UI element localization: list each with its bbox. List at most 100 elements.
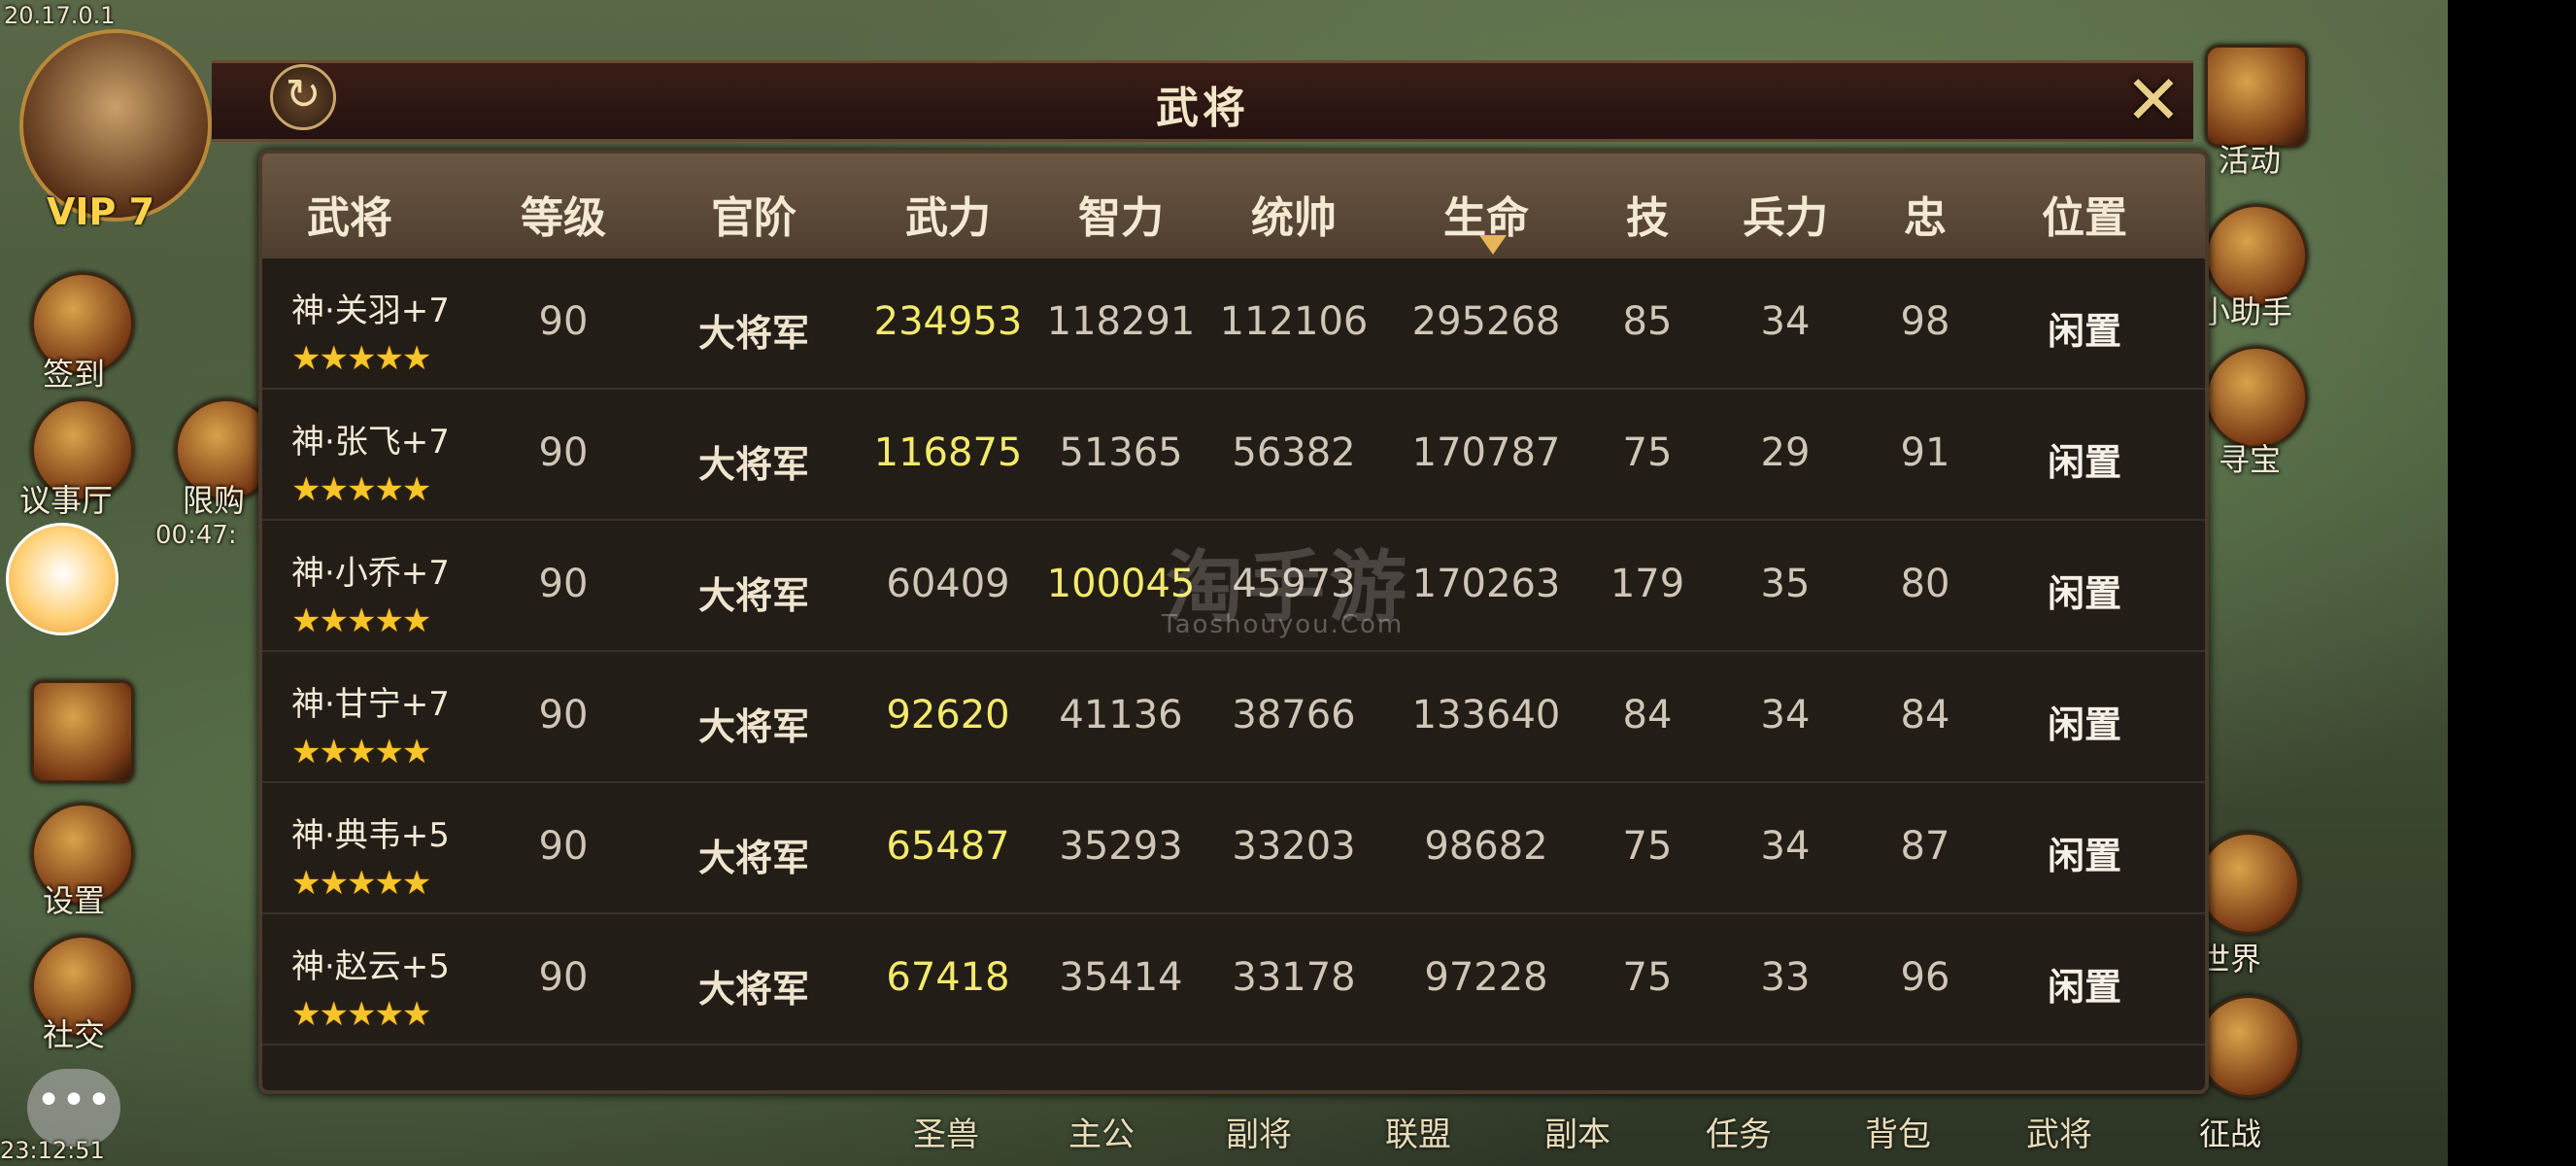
cell-rank: 大将军: [697, 968, 810, 1011]
cell-command: 33203: [1232, 824, 1356, 869]
cell-rank: 大将军: [697, 443, 810, 486]
world-dragon-icon[interactable]: [2197, 832, 2300, 935]
cell-intel: 118291: [1046, 299, 1196, 344]
cell-skill: 85: [1622, 299, 1673, 344]
cell-loyalty: 87: [1900, 824, 1950, 869]
modal-header: 武将: [212, 60, 2193, 142]
column-header-general[interactable]: 武将: [307, 183, 392, 245]
vip-badge[interactable]: VIP 7: [47, 190, 154, 233]
bottom-menu-beasts[interactable]: 圣兽: [913, 1108, 979, 1155]
events-label: 活动: [2219, 142, 2282, 179]
column-header-force[interactable]: 武力: [905, 183, 991, 245]
cell-hp: 133640: [1411, 693, 1561, 737]
bottom-menu-dungeon[interactable]: 副本: [1544, 1108, 1610, 1155]
cell-skill: 75: [1622, 824, 1673, 869]
cell-force: 116875: [873, 430, 1023, 475]
general-name-cell: 神·小乔+7 ★★★★★: [291, 546, 450, 640]
clock-text: 23:12:51: [0, 1137, 105, 1164]
cell-force: 60409: [886, 562, 1010, 606]
cell-level: 90: [538, 824, 589, 869]
cell-position[interactable]: 闲置: [2048, 695, 2121, 748]
sign-in-label: 签到: [43, 356, 106, 393]
cell-loyalty: 80: [1900, 562, 1950, 606]
star-rating-icon: ★★★★★: [291, 339, 431, 378]
cell-troops: 34: [1760, 299, 1811, 344]
general-name: 神·关羽+7: [291, 292, 450, 330]
cell-force: 65487: [886, 824, 1010, 869]
cell-hp: 98682: [1424, 824, 1548, 869]
star-rating-icon: ★★★★★: [291, 995, 431, 1034]
cell-level: 90: [538, 562, 589, 606]
table-row[interactable]: 神·甘宁+7 ★★★★★ 90 大将军 92620 41136 38766 133640 84 3…: [262, 652, 2205, 783]
close-icon[interactable]: ✕: [2119, 66, 2187, 136]
table-row[interactable]: 神·张飞+7 ★★★★★ 90 大将军 116875 51365 56382 170787 75…: [262, 390, 2205, 521]
cell-level: 90: [538, 693, 589, 737]
cell-force: 234953: [873, 299, 1023, 344]
general-name: 神·小乔+7: [291, 554, 450, 593]
cell-rank: 大将军: [697, 705, 810, 748]
column-header-loyalty[interactable]: 忠: [1904, 183, 1947, 245]
star-rating-icon: ★★★★★: [291, 470, 431, 509]
cell-position[interactable]: 闲置: [2048, 826, 2121, 879]
bottom-menu-bag[interactable]: 背包: [1865, 1108, 1931, 1155]
cat-assistant-icon[interactable]: [6, 523, 119, 635]
chat-icon[interactable]: •••: [27, 1069, 120, 1147]
cell-rank: 大将军: [697, 574, 810, 617]
cell-force: 67418: [886, 955, 1010, 1000]
cell-command: 33178: [1232, 955, 1356, 1000]
general-name-cell: 神·张飞+7 ★★★★★: [291, 415, 450, 509]
cell-position[interactable]: 闲置: [2048, 957, 2121, 1011]
sort-descending-icon: [1479, 235, 1507, 255]
bottom-menu-alliance[interactable]: 联盟: [1385, 1108, 1451, 1155]
cell-hp: 295268: [1411, 299, 1561, 344]
cell-command: 38766: [1232, 693, 1356, 737]
cell-command: 112106: [1219, 299, 1369, 344]
column-header-command[interactable]: 统帅: [1251, 183, 1337, 245]
mail-icon[interactable]: [31, 680, 134, 783]
general-name: 神·赵云+5: [291, 947, 450, 986]
cell-hp: 97228: [1424, 955, 1548, 1000]
cell-position[interactable]: 闲置: [2048, 301, 2121, 355]
cell-level: 90: [538, 955, 589, 1000]
column-header-skill[interactable]: 技: [1626, 183, 1669, 245]
limited-shop-label: 限购: [183, 482, 246, 519]
column-header-rank[interactable]: 官阶: [711, 183, 797, 245]
treasure-chest-icon[interactable]: [2205, 346, 2308, 449]
column-header-intelligence[interactable]: 智力: [1078, 183, 1164, 245]
star-rating-icon: ★★★★★: [291, 733, 431, 772]
ip-text: 20.17.0.1: [4, 2, 116, 29]
column-header-position[interactable]: 位置: [2042, 183, 2127, 245]
gift-box-icon[interactable]: [2205, 45, 2308, 148]
bottom-menu-deputy[interactable]: 副将: [1226, 1108, 1292, 1155]
bottom-menu-lord[interactable]: 主公: [1068, 1108, 1135, 1155]
cell-intel: 35293: [1059, 824, 1183, 869]
cell-position[interactable]: 闲置: [2048, 432, 2121, 486]
cell-level: 90: [538, 430, 589, 475]
star-rating-icon: ★★★★★: [291, 601, 431, 640]
cell-position[interactable]: 闲置: [2048, 564, 2121, 617]
table-body: 神·关羽+7 ★★★★★ 90 大将军 234953 118291 112106 295268…: [262, 258, 2205, 1046]
cell-hp: 170263: [1411, 562, 1561, 606]
cell-troops: 29: [1760, 430, 1811, 475]
cell-skill: 84: [1622, 693, 1673, 737]
column-header-level[interactable]: 等级: [521, 183, 606, 245]
cell-force: 92620: [886, 693, 1010, 737]
general-name-cell: 神·典韦+5 ★★★★★: [291, 808, 450, 903]
table-row[interactable]: 神·典韦+5 ★★★★★ 90 大将军 65487 35293 33203 98682 75 34…: [262, 783, 2205, 914]
column-header-troops[interactable]: 兵力: [1743, 183, 1828, 245]
limited-timer: 00:47:: [155, 521, 237, 550]
bottom-menu-quests[interactable]: 任务: [1706, 1108, 1772, 1155]
general-name: 神·张飞+7: [291, 423, 450, 462]
campaign-dragon-icon[interactable]: [2197, 995, 2300, 1098]
general-name-cell: 神·甘宁+7 ★★★★★: [291, 677, 450, 772]
cell-rank: 大将军: [697, 312, 810, 355]
table-row[interactable]: 神·关羽+7 ★★★★★ 90 大将军 234953 118291 112106 295268…: [262, 258, 2205, 390]
table-row[interactable]: 神·赵云+5 ★★★★★ 90 大将军 67418 35414 33178 97228 75 33…: [262, 914, 2205, 1046]
refresh-icon[interactable]: ↻: [270, 64, 336, 130]
bottom-menu-generals[interactable]: 武将: [2026, 1108, 2092, 1155]
general-name-cell: 神·关羽+7 ★★★★★: [291, 284, 450, 378]
cell-level: 90: [538, 299, 589, 344]
watermark-sub: Taoshouyou.Com: [1162, 610, 1405, 639]
council-hall-label: 议事厅: [19, 482, 114, 519]
campaign-label: 征战: [2199, 1115, 2262, 1152]
